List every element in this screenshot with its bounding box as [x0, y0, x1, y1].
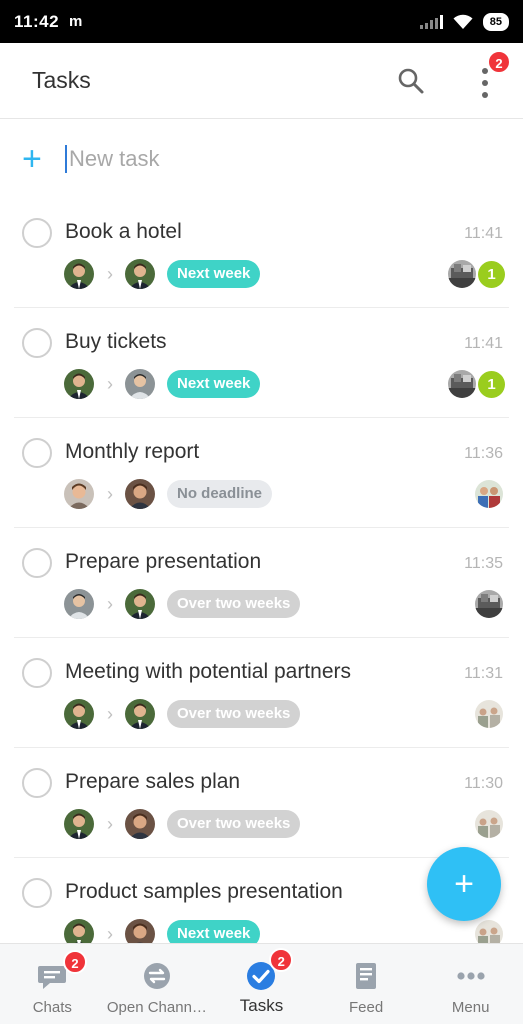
- deadline-chip: Over two weeks: [167, 700, 301, 728]
- task-complete-checkbox[interactable]: [22, 328, 52, 358]
- chevron-right-icon: ›: [107, 264, 113, 284]
- task-time: 11:41: [464, 225, 503, 242]
- task-complete-checkbox[interactable]: [22, 768, 52, 798]
- chevron-right-icon: ›: [107, 484, 113, 504]
- task-row[interactable]: Prepare sales plan 11:30 › Over two week…: [14, 748, 509, 858]
- search-icon[interactable]: [397, 67, 425, 95]
- task-time: 11:41: [464, 335, 503, 352]
- task-title: Prepare sales plan: [65, 770, 241, 793]
- task-complete-checkbox[interactable]: [22, 878, 52, 908]
- nav-badge: 2: [63, 950, 87, 974]
- unread-count-badge: 1: [478, 261, 505, 288]
- text-cursor: [65, 145, 67, 173]
- nav-badge: 2: [269, 948, 294, 972]
- nav-item-open-chann[interactable]: Open Chann…: [105, 944, 210, 1024]
- assignee-avatar[interactable]: [125, 699, 155, 729]
- nav-item-feed[interactable]: Feed: [314, 944, 419, 1024]
- app-header: Tasks 2: [0, 43, 523, 119]
- chevron-right-icon: ›: [107, 814, 113, 834]
- creator-avatar[interactable]: [64, 699, 94, 729]
- task-meta: › Over two weeks: [64, 809, 301, 839]
- plus-icon: +: [454, 865, 474, 903]
- task-complete-checkbox[interactable]: [22, 438, 52, 468]
- task-title: Meeting with potential partners: [65, 660, 351, 683]
- creator-avatar[interactable]: [64, 809, 94, 839]
- deadline-chip: Next week: [167, 260, 261, 288]
- new-task-input[interactable]: + New task: [0, 120, 523, 198]
- feed-icon: [350, 960, 382, 992]
- assignee-avatar[interactable]: [125, 479, 155, 509]
- task-row[interactable]: Prepare presentation 11:35 › Over two we…: [14, 528, 509, 638]
- group-chat-avatar[interactable]: [448, 260, 476, 288]
- nav-item-tasks[interactable]: Tasks 2: [209, 944, 314, 1024]
- deadline-chip: Next week: [167, 370, 261, 398]
- deadline-chip: No deadline: [167, 480, 273, 508]
- assignee-avatar[interactable]: [125, 589, 155, 619]
- task-title: Book a hotel: [65, 220, 182, 243]
- task-time: 11:30: [464, 775, 503, 792]
- task-row[interactable]: Book a hotel 11:41 › Next week 1: [14, 198, 509, 308]
- add-task-fab[interactable]: +: [427, 847, 501, 921]
- task-meta: › Next week: [64, 369, 261, 399]
- plus-icon: +: [22, 140, 42, 178]
- task-row[interactable]: Monthly report 11:36 › No deadline: [14, 418, 509, 528]
- group-chat-avatar[interactable]: [475, 810, 503, 838]
- task-meta: › Over two weeks: [64, 589, 301, 619]
- new-task-placeholder: New task: [69, 146, 160, 171]
- creator-avatar[interactable]: [64, 259, 94, 289]
- task-time: 11:36: [464, 445, 503, 462]
- open-channels-icon: [141, 960, 173, 992]
- task-time: 11:31: [464, 665, 503, 682]
- task-meta: › No deadline: [64, 479, 273, 509]
- task-complete-checkbox[interactable]: [22, 548, 52, 578]
- task-row[interactable]: Buy tickets 11:41 › Next week 1: [14, 308, 509, 418]
- task-meta: › Over two weeks: [64, 699, 301, 729]
- signal-icon: [419, 14, 443, 29]
- deadline-chip: Over two weeks: [167, 590, 301, 618]
- status-bar: 11:42 m 85: [0, 0, 523, 43]
- unread-count-badge: 1: [478, 371, 505, 398]
- nav-item-label: Open Chann…: [106, 999, 207, 1016]
- group-chat-avatar[interactable]: [475, 590, 503, 618]
- task-title: Buy tickets: [65, 330, 167, 353]
- task-row[interactable]: Meeting with potential partners 11:31 › …: [14, 638, 509, 748]
- nav-item-label: Chats: [32, 999, 72, 1016]
- nav-item-label: Feed: [348, 999, 384, 1016]
- task-complete-checkbox[interactable]: [22, 218, 52, 248]
- chevron-right-icon: ›: [107, 704, 113, 724]
- task-title: Monthly report: [65, 440, 200, 463]
- task-title: Product samples presentation: [65, 880, 343, 903]
- group-chat-avatar[interactable]: [475, 700, 503, 728]
- deadline-chip: Over two weeks: [167, 810, 301, 838]
- bottom-navigation: Chats 2 Open Chann… Tasks 2 Feed Menu: [0, 943, 523, 1024]
- nav-item-menu[interactable]: Menu: [418, 944, 523, 1024]
- task-meta: › Next week: [64, 259, 261, 289]
- carrier-logo: m: [69, 13, 83, 30]
- notification-badge: 2: [487, 50, 511, 74]
- assignee-avatar[interactable]: [125, 369, 155, 399]
- status-time: 11:42: [14, 11, 60, 31]
- chevron-right-icon: ›: [107, 594, 113, 614]
- creator-avatar[interactable]: [64, 369, 94, 399]
- menu-dots-icon: [455, 960, 487, 992]
- task-time: 11:35: [464, 555, 503, 572]
- task-complete-checkbox[interactable]: [22, 658, 52, 688]
- group-chat-avatar[interactable]: [475, 480, 503, 508]
- wifi-icon: [453, 14, 473, 29]
- creator-avatar[interactable]: [64, 479, 94, 509]
- nav-item-chats[interactable]: Chats 2: [0, 944, 105, 1024]
- assignee-avatar[interactable]: [125, 259, 155, 289]
- page-title: Tasks: [32, 67, 91, 93]
- group-chat-avatar[interactable]: [448, 370, 476, 398]
- assignee-avatar[interactable]: [125, 809, 155, 839]
- nav-item-label: Tasks: [239, 996, 284, 1015]
- task-title: Prepare presentation: [65, 550, 262, 573]
- creator-avatar[interactable]: [64, 589, 94, 619]
- battery-indicator: 85: [482, 12, 509, 31]
- chevron-right-icon: ›: [107, 374, 113, 394]
- nav-item-label: Menu: [451, 999, 490, 1016]
